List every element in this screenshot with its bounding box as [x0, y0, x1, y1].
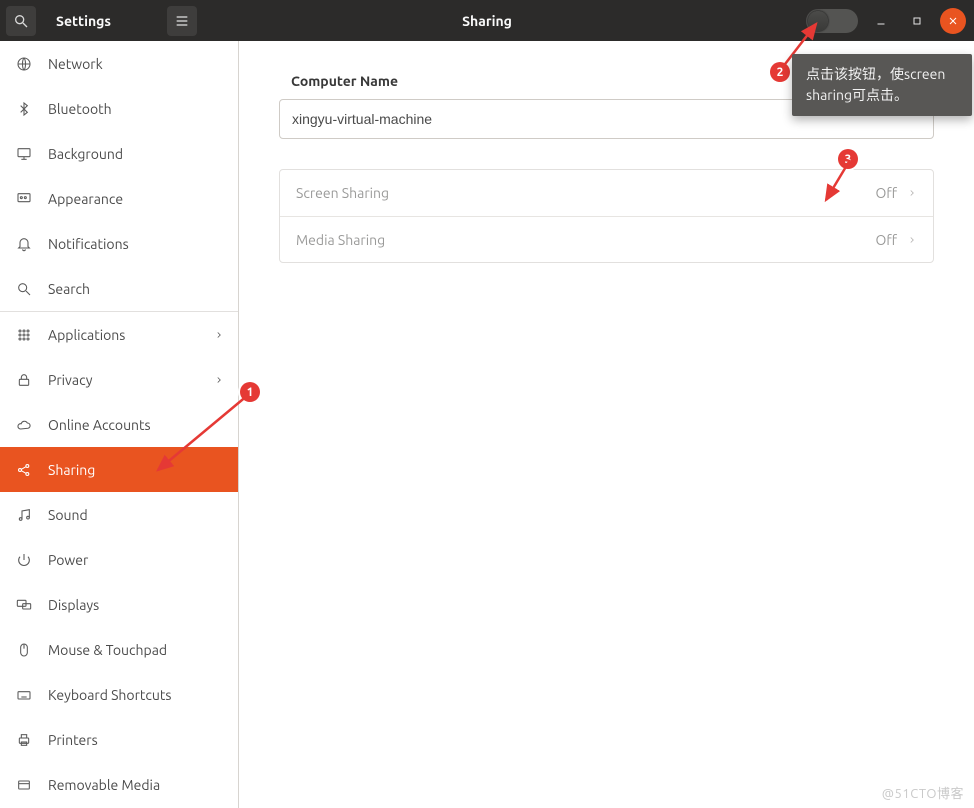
- search-icon: [13, 13, 29, 29]
- hamburger-icon: [174, 13, 190, 29]
- sharing-row-screen-sharing[interactable]: Screen SharingOff: [280, 170, 933, 216]
- sidebar-item-printers[interactable]: Printers: [0, 717, 238, 762]
- chevron-right-icon: [907, 185, 917, 201]
- titlebar: Settings Sharing: [0, 0, 974, 41]
- sidebar-title: Settings: [36, 13, 111, 29]
- sidebar-item-label: Background: [48, 146, 224, 162]
- sidebar-item-bluetooth[interactable]: Bluetooth: [0, 86, 238, 131]
- sidebar-item-notifications[interactable]: Notifications: [0, 221, 238, 266]
- bluetooth-icon: [14, 101, 34, 117]
- share-icon: [14, 462, 34, 478]
- chevron-right-icon: [214, 372, 224, 388]
- sidebar-item-label: Applications: [48, 327, 200, 343]
- sidebar-item-displays[interactable]: Displays: [0, 582, 238, 627]
- sidebar-item-label: Appearance: [48, 191, 224, 207]
- sharing-row-label: Media Sharing: [296, 232, 875, 248]
- sidebar-item-mouse-touchpad[interactable]: Mouse & Touchpad: [0, 627, 238, 672]
- sidebar-item-privacy[interactable]: Privacy: [0, 357, 238, 402]
- minimize-icon: [875, 15, 887, 27]
- desktop-icon: [14, 146, 34, 162]
- sidebar-item-keyboard-shortcuts[interactable]: Keyboard Shortcuts: [0, 672, 238, 717]
- sidebar-item-label: Network: [48, 56, 224, 72]
- window-minimize-button[interactable]: [868, 8, 894, 34]
- lock-icon: [14, 372, 34, 388]
- window-maximize-button[interactable]: [904, 8, 930, 34]
- sidebar-item-label: Mouse & Touchpad: [48, 642, 224, 658]
- sidebar-item-sharing[interactable]: Sharing: [0, 447, 238, 492]
- toggle-knob: [808, 11, 828, 31]
- keyboard-icon: [14, 687, 34, 703]
- sharing-row-media-sharing[interactable]: Media SharingOff: [280, 216, 933, 262]
- sidebar-item-label: Online Accounts: [48, 417, 224, 433]
- settings-sidebar: Network Bluetooth Background Appearance Noti…: [0, 41, 239, 808]
- sidebar-item-label: Printers: [48, 732, 224, 748]
- sidebar-item-label: Displays: [48, 597, 224, 613]
- sharing-options-list: Screen SharingOffMedia SharingOff: [279, 169, 934, 263]
- maximize-icon: [911, 15, 923, 27]
- computer-name-label: Computer Name: [291, 73, 934, 89]
- sidebar-item-network[interactable]: Network: [0, 41, 238, 86]
- sidebar-item-label: Removable Media: [48, 777, 224, 793]
- sidebar-item-label: Power: [48, 552, 224, 568]
- close-icon: [947, 15, 959, 27]
- displays-icon: [14, 597, 34, 613]
- sidebar-item-power[interactable]: Power: [0, 537, 238, 582]
- search-icon: [14, 281, 34, 297]
- chevron-right-icon: [907, 232, 917, 248]
- window-close-button[interactable]: [940, 8, 966, 34]
- computer-name-input[interactable]: [279, 99, 934, 139]
- bell-icon: [14, 236, 34, 252]
- sidebar-item-label: Keyboard Shortcuts: [48, 687, 224, 703]
- sidebar-item-search[interactable]: Search: [0, 266, 238, 311]
- power-icon: [14, 552, 34, 568]
- sidebar-item-appearance[interactable]: Appearance: [0, 176, 238, 221]
- sharing-row-state: Off: [875, 185, 897, 201]
- sidebar-item-background[interactable]: Background: [0, 131, 238, 176]
- media-icon: [14, 777, 34, 793]
- sidebar-item-label: Notifications: [48, 236, 224, 252]
- cloud-icon: [14, 417, 34, 433]
- sidebar-item-sound[interactable]: Sound: [0, 492, 238, 537]
- appearance-icon: [14, 191, 34, 207]
- sharing-master-toggle[interactable]: [806, 9, 858, 33]
- globe-icon: [14, 56, 34, 72]
- sidebar-item-label: Bluetooth: [48, 101, 224, 117]
- sidebar-item-label: Search: [48, 281, 224, 297]
- sidebar-item-label: Privacy: [48, 372, 200, 388]
- sidebar-item-label: Sharing: [48, 462, 224, 478]
- chevron-right-icon: [214, 327, 224, 343]
- printer-icon: [14, 732, 34, 748]
- sidebar-item-label: Sound: [48, 507, 224, 523]
- sharing-row-state: Off: [875, 232, 897, 248]
- sidebar-item-online-accounts[interactable]: Online Accounts: [0, 402, 238, 447]
- hamburger-button[interactable]: [167, 6, 197, 36]
- sharing-panel: Computer Name Screen SharingOffMedia Sha…: [239, 41, 974, 808]
- mouse-icon: [14, 642, 34, 658]
- sidebar-item-removable-media[interactable]: Removable Media: [0, 762, 238, 807]
- sharing-row-label: Screen Sharing: [296, 185, 875, 201]
- apps-icon: [14, 327, 34, 343]
- music-icon: [14, 507, 34, 523]
- search-button[interactable]: [6, 6, 36, 36]
- sidebar-item-applications[interactable]: Applications: [0, 312, 238, 357]
